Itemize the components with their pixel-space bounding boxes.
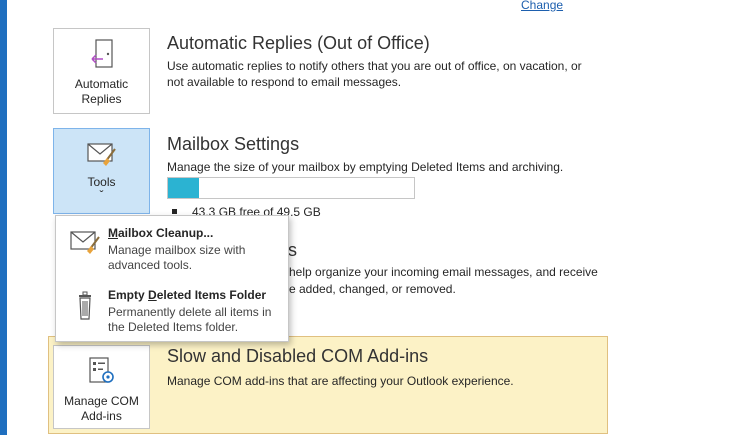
- com-addins-description: Manage COM add-ins that are affecting yo…: [167, 374, 514, 388]
- rules-description-fragment-1: help organize your incoming email messag…: [289, 265, 598, 279]
- com-addins-gear-icon: [87, 356, 117, 390]
- rules-title-fragment: s: [288, 240, 297, 260]
- empty-deleted-items-description: Permanently delete all items in the Dele…: [108, 305, 272, 334]
- automatic-replies-title: Automatic Replies (Out of Office): [167, 33, 430, 53]
- empty-deleted-items-title: Empty Deleted Items Folder: [108, 288, 267, 302]
- automatic-replies-button[interactable]: Automatic Replies: [53, 28, 150, 114]
- mailbox-usage-bar: [167, 177, 415, 199]
- door-exit-icon: [89, 39, 115, 73]
- automatic-replies-label-2: Replies: [81, 92, 122, 106]
- automatic-replies-description: Use automatic replies to notify others t…: [167, 59, 582, 89]
- mailbox-settings-description: Manage the size of your mailbox by empty…: [167, 160, 564, 174]
- manage-com-addins-button[interactable]: Manage COM Add-ins: [53, 345, 150, 429]
- mailbox-tools-icon: [86, 139, 118, 171]
- com-addins-title: Slow and Disabled COM Add-ins: [167, 346, 429, 366]
- mailbox-usage-fill: [168, 178, 199, 198]
- mailbox-cleanup-description: Manage mailbox size with advanced tools.: [108, 243, 246, 272]
- trash-icon: [70, 290, 102, 327]
- automatic-replies-label-1: Automatic: [74, 77, 129, 91]
- left-accent-strip: [0, 0, 7, 435]
- tools-dropdown-button[interactable]: Tools ˇ: [53, 128, 150, 214]
- rules-description-fragment-2: e added, changed, or removed.: [289, 282, 456, 296]
- manage-com-label-1: Manage COM: [64, 394, 139, 408]
- mailbox-cleanup-title: Mailbox Cleanup...: [108, 226, 214, 240]
- menu-item-empty-deleted-items[interactable]: Empty Deleted Items Folder Permanently d…: [56, 284, 288, 344]
- change-link[interactable]: Change: [521, 0, 563, 12]
- mailbox-settings-title: Mailbox Settings: [167, 134, 300, 154]
- mailbox-cleanup-icon: [70, 228, 102, 261]
- chevron-down-icon: ˇ: [99, 188, 104, 202]
- bullet: [172, 209, 177, 214]
- manage-com-label-2: Add-ins: [81, 409, 122, 423]
- tools-dropdown-menu: Mailbox Cleanup... Manage mailbox size w…: [55, 215, 289, 342]
- menu-item-mailbox-cleanup[interactable]: Mailbox Cleanup... Manage mailbox size w…: [56, 222, 288, 282]
